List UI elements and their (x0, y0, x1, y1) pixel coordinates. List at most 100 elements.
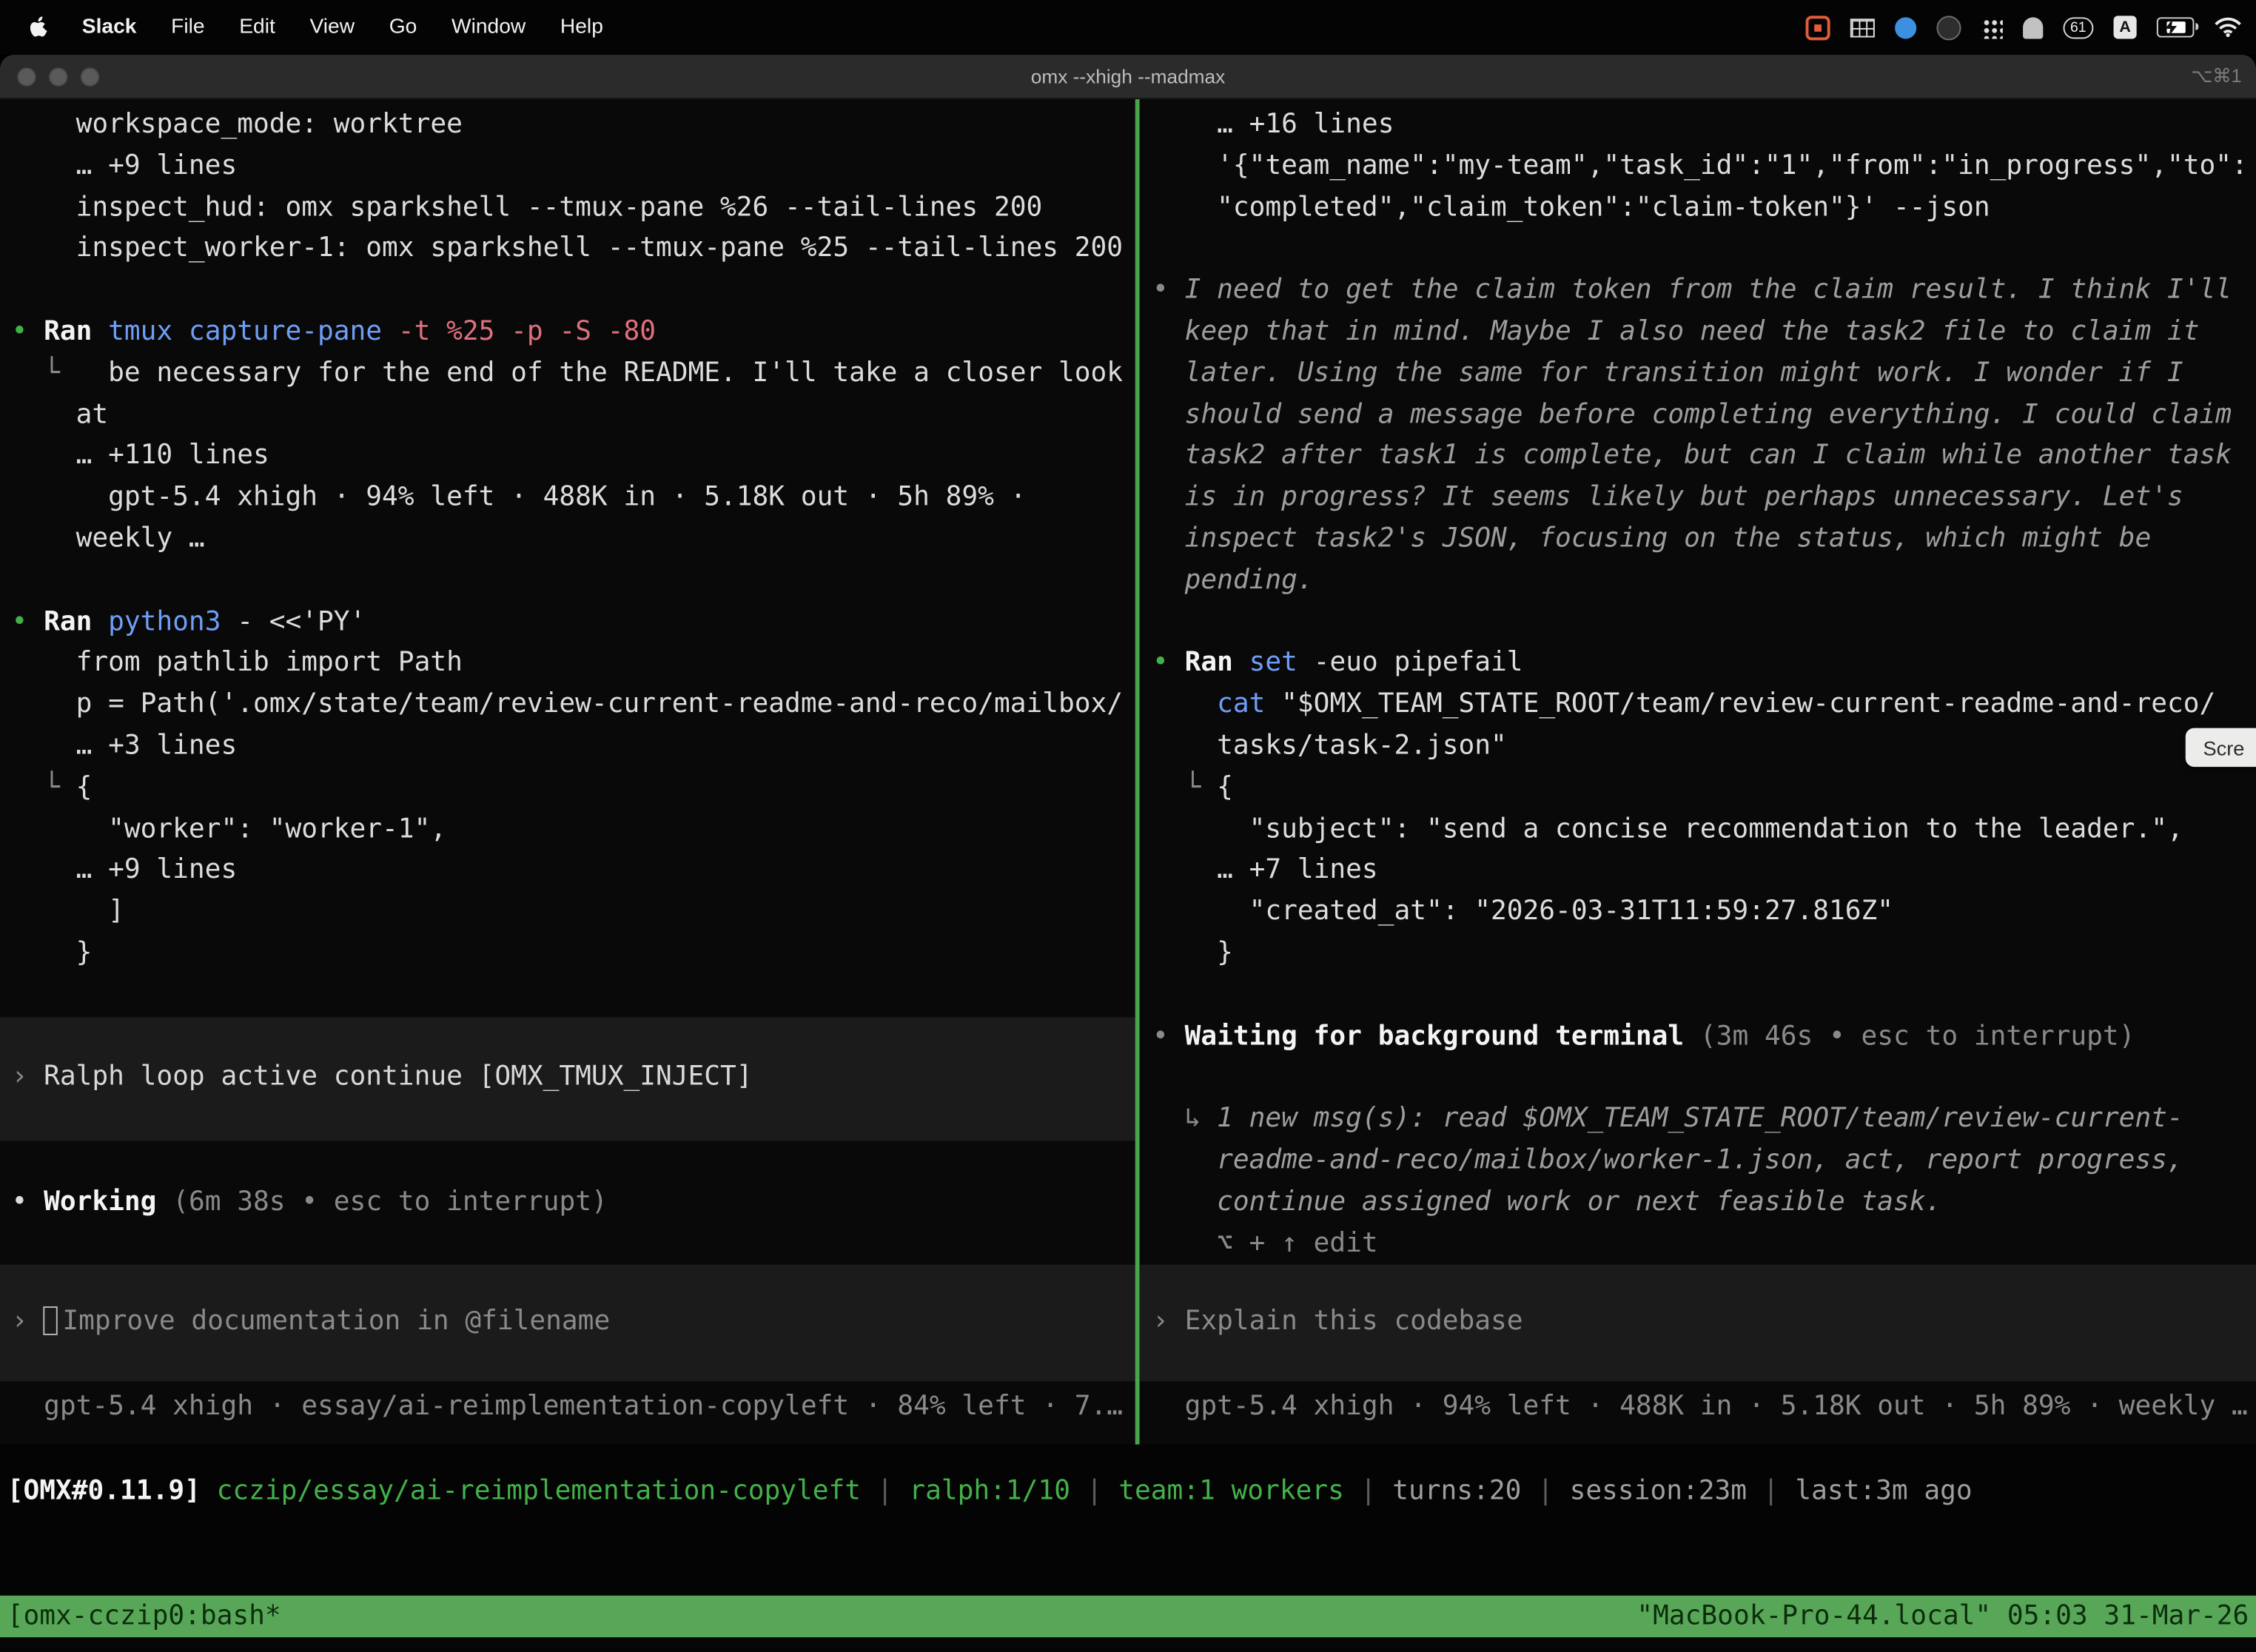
terminal-line: cat "$OMX_TEAM_STATE_ROOT/team/review-cu… (1152, 685, 2256, 727)
tmux-pane-right[interactable]: … +16 lines '{"team_name":"my-team","tas… (1140, 99, 2256, 1445)
terminal-line (1152, 229, 2256, 271)
terminal-line (12, 561, 1135, 602)
menu-item-edit[interactable]: Edit (239, 16, 275, 38)
terminal-line: from pathlib import Path (12, 644, 1135, 685)
terminal-line: at (12, 395, 1135, 437)
terminal-line (1152, 602, 2256, 644)
menu-item-help[interactable]: Help (560, 16, 603, 38)
menu-app-name[interactable]: Slack (82, 16, 137, 38)
input-source-icon[interactable]: A (2114, 16, 2137, 38)
window-titlebar[interactable]: omx --xhigh --madmax ⌥⌘1 (0, 55, 2256, 99)
terminal-block: • Working (6m 38s • esc to interrupt) (12, 1141, 1135, 1265)
terminal-line (12, 271, 1135, 312)
terminal-line: • Working (6m 38s • esc to interrupt) (12, 1182, 1135, 1223)
terminal-area: workspace_mode: worktree … +9 lines insp… (0, 99, 2256, 1445)
terminal-line: … +110 lines (12, 437, 1135, 478)
terminal-line: keep that in mind. Maybe I also need the… (1152, 312, 2256, 354)
terminal-line: › Explain this codebase (1152, 1303, 2256, 1344)
terminal-line: pending. (1152, 561, 2256, 602)
terminal-line: continue assigned work or next feasible … (1152, 1182, 2256, 1223)
terminal-line: should send a message before completing … (1152, 395, 2256, 437)
terminal-line: '{"team_name":"my-team","task_id":"1","f… (1152, 147, 2256, 188)
terminal-line (12, 1141, 1135, 1182)
menu-item-view[interactable]: View (309, 16, 355, 38)
terminal-line: ⌥ + ↑ edit (1152, 1223, 2256, 1265)
terminal-line: • Ran tmux capture-pane -t %25 -p -S -80 (12, 312, 1135, 354)
menu-item-window[interactable]: Window (451, 16, 526, 38)
screen-edge-tooltip[interactable]: Scre (2186, 728, 2256, 767)
menu-bar: Slack File Edit View Go Window Help 61 A (0, 0, 2256, 55)
terminal-line: … +16 lines (1152, 105, 2256, 147)
tmux-pane-left[interactable]: workspace_mode: worktree … +9 lines insp… (0, 99, 1135, 1445)
omx-status-area: [OMX#0.11.9] cczip/essay/ai-reimplementa… (0, 1445, 2256, 1596)
tmux-session-label: [omx-cczip0:bash* (7, 1596, 281, 1637)
terminal-window: omx --xhigh --madmax ⌥⌘1 workspace_mode:… (0, 55, 2256, 1652)
terminal-line: • Waiting for background terminal (3m 46… (1152, 1016, 2256, 1058)
terminal-line (1152, 975, 2256, 1016)
terminal-line: › Ralph loop active continue [OMX_TMUX_I… (12, 1058, 1135, 1099)
terminal-line: gpt-5.4 xhigh · 94% left · 488K in · 5.1… (1152, 1387, 2256, 1428)
ghost-app-icon[interactable] (2023, 16, 2043, 38)
terminal-block: gpt-5.4 xhigh · essay/ai-reimplementatio… (12, 1387, 1135, 1428)
terminal-line: p = Path('.omx/state/team/review-current… (12, 685, 1135, 727)
terminal-line: "completed","claim_token":"claim-token"}… (1152, 188, 2256, 229)
terminal-block: workspace_mode: worktree … +9 lines insp… (12, 105, 1135, 1017)
terminal-block: gpt-5.4 xhigh · 94% left · 488K in · 5.1… (1152, 1387, 2256, 1428)
tmux-status-bar: [omx-cczip0:bash* "MacBook-Pro-44.local"… (0, 1596, 2256, 1637)
terminal-line (12, 975, 1135, 1016)
terminal-line: "worker": "worker-1", (12, 810, 1135, 851)
terminal-line: └ { (1152, 768, 2256, 810)
blue-app-icon[interactable] (1895, 16, 1916, 38)
terminal-line: weekly … (12, 520, 1135, 561)
terminal-line: readme-and-reco/mailbox/worker-1.json, a… (1152, 1141, 2256, 1182)
terminal-line: inspect task2's JSON, focusing on the st… (1152, 520, 2256, 561)
text-cursor (44, 1307, 58, 1336)
terminal-line: "subject": "send a concise recommendatio… (1152, 810, 2256, 851)
terminal-line: inspect_worker-1: omx sparkshell --tmux-… (12, 229, 1135, 271)
terminal-line: tasks/task-2.json" (1152, 727, 2256, 768)
dark-app-icon[interactable] (1936, 15, 1961, 39)
battery-icon[interactable] (2157, 17, 2195, 37)
terminal-line (1152, 1058, 2256, 1099)
terminal-line (12, 1223, 1135, 1265)
terminal-line: … +3 lines (12, 727, 1135, 768)
terminal-block: … +16 lines '{"team_name":"my-team","tas… (1152, 105, 2256, 1265)
terminal-line: • I need to get the claim token from the… (1152, 271, 2256, 312)
terminal-line: workspace_mode: worktree (12, 105, 1135, 147)
terminal-line: inspect_hud: omx sparkshell --tmux-pane … (12, 188, 1135, 229)
menu-item-go[interactable]: Go (389, 16, 417, 38)
terminal-line: gpt-5.4 xhigh · 94% left · 488K in · 5.1… (12, 478, 1135, 520)
wifi-icon[interactable] (2215, 17, 2242, 37)
terminal-line: › Improve documentation in @filename (12, 1303, 1135, 1344)
terminal-line: └ { (12, 768, 1135, 810)
composer-input[interactable]: › Explain this codebase (1140, 1265, 2256, 1381)
battery-percent-badge[interactable]: 61 (2063, 16, 2093, 38)
terminal-line: ↳ 1 new msg(s): read $OMX_TEAM_STATE_ROO… (1152, 1099, 2256, 1141)
terminal-line: } (1152, 933, 2256, 975)
terminal-line: • Ran set -euo pipefail (1152, 644, 2256, 685)
omx-status-line: [OMX#0.11.9] cczip/essay/ai-reimplementa… (0, 1472, 2256, 1514)
terminal-line: later. Using the same for transition mig… (1152, 354, 2256, 395)
apple-menu-icon[interactable] (29, 16, 47, 38)
window-shortcut-hint: ⌥⌘1 (2191, 64, 2241, 87)
composer-input[interactable]: › Improve documentation in @filename (0, 1265, 1135, 1381)
menu-item-file[interactable]: File (171, 16, 204, 38)
terminal-line: "created_at": "2026-03-31T11:59:27.816Z" (1152, 892, 2256, 933)
terminal-line: • Ran python3 - <<'PY' (12, 602, 1135, 644)
terminal-line: … +9 lines (12, 147, 1135, 188)
screen-recording-stop-icon[interactable] (1805, 15, 1830, 39)
keyboard-grid-icon[interactable] (1850, 18, 1875, 36)
terminal-line: ] (12, 892, 1135, 933)
terminal-line: … +7 lines (1152, 851, 2256, 893)
terminal-line: └ be necessary for the end of the README… (12, 354, 1135, 395)
dots-grid-icon[interactable] (1981, 16, 2002, 38)
terminal-line: } (12, 933, 1135, 975)
tmux-host-clock: "MacBook-Pro-44.local" 05:03 31-Mar-26 (1636, 1596, 2249, 1637)
terminal-line: is in progress? It seems likely but perh… (1152, 478, 2256, 520)
injected-message-band: › Ralph loop active continue [OMX_TMUX_I… (0, 1016, 1135, 1141)
window-title: omx --xhigh --madmax (0, 65, 2256, 87)
terminal-line: … +9 lines (12, 851, 1135, 893)
terminal-line: task2 after task1 is complete, but can I… (1152, 437, 2256, 478)
screen: Slack File Edit View Go Window Help 61 A (0, 0, 2256, 1652)
terminal-line: gpt-5.4 xhigh · essay/ai-reimplementatio… (12, 1387, 1135, 1428)
